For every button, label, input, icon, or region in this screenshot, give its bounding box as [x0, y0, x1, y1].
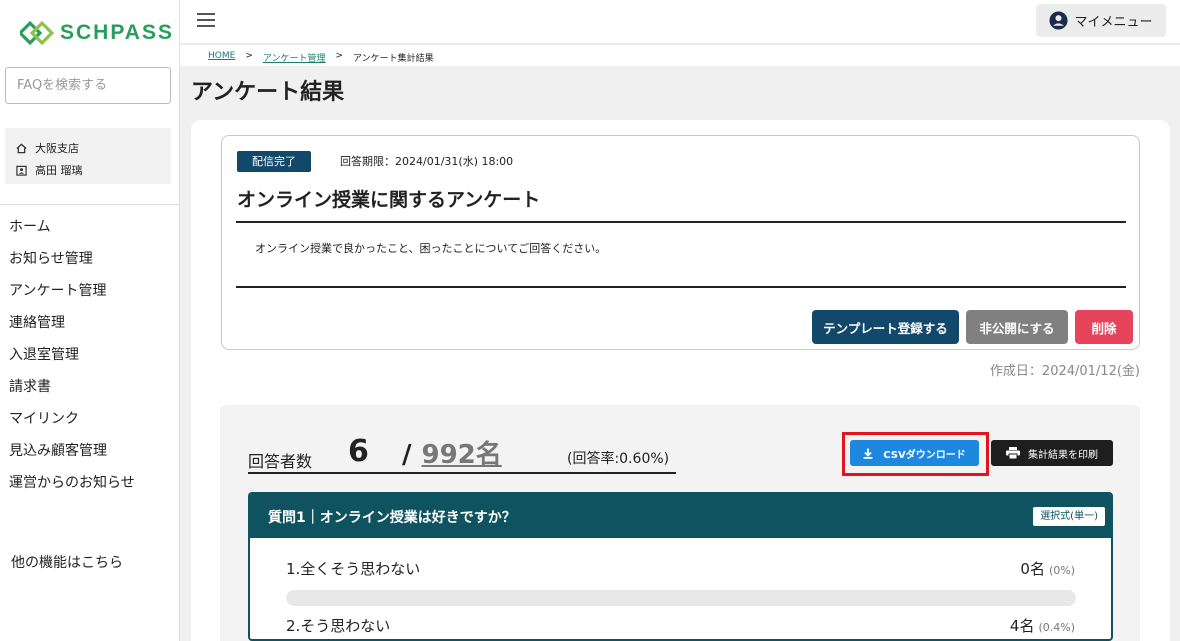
breadcrumb-bar: HOME > アンケート管理 > アンケート集計結果 [180, 45, 1180, 66]
breadcrumb-separator: > [245, 51, 253, 61]
question-header: 質問1｜オンライン授業は好きですか？ 選択式(単一) [250, 494, 1111, 538]
account-circle-icon [1049, 11, 1069, 30]
print-results-label: 集計結果を印刷 [1028, 449, 1098, 461]
sidebar-divider [0, 204, 180, 205]
description-divider [236, 286, 1126, 288]
created-date: 作成日：2024/01/12(金) [989, 364, 1140, 379]
option-count: 0名 (0%) [1020, 558, 1075, 579]
faq-search-input[interactable] [5, 67, 171, 104]
id-badge-icon [16, 165, 27, 176]
schpass-logo-icon [20, 20, 54, 46]
sidebar-item-contact[interactable]: 連絡管理 [9, 311, 135, 343]
logo-text: SCHPASS [60, 21, 174, 44]
answer-deadline: 回答期限：2024/01/31(水) 18:00 [340, 155, 514, 168]
breadcrumb-current: アンケート集計結果 [353, 54, 434, 64]
csv-download-button[interactable]: CSVダウンロード [850, 440, 979, 466]
respondents-total[interactable]: / 992名 [402, 434, 502, 471]
csv-download-label: CSVダウンロード [883, 449, 966, 461]
register-template-button[interactable]: テンプレート登録する [812, 310, 959, 344]
survey-card: 配信完了 回答期限：2024/01/31(水) 18:00 オンライン授業に関す… [221, 135, 1140, 350]
response-rate: (回答率:0.60%) [567, 451, 670, 467]
option-label: 2.そう思わない [286, 617, 391, 635]
sidebar-item-prospects[interactable]: 見込み顧客管理 [9, 439, 135, 471]
page-title: アンケート結果 [191, 80, 345, 105]
my-menu-label: マイメニュー [1074, 15, 1153, 30]
other-features-link[interactable]: 他の機能はこちら [11, 552, 123, 572]
user-row: 高田 瑠璃 [16, 159, 171, 181]
logo[interactable]: SCHPASS [20, 20, 174, 46]
sidebar-item-invoice[interactable]: 請求書 [9, 375, 135, 407]
option-label: 1.全くそう思わない [286, 560, 421, 578]
breadcrumb: HOME > アンケート管理 > アンケート集計結果 [208, 51, 434, 64]
respondents-underline [248, 472, 676, 474]
respondents-count: 6 [348, 434, 369, 469]
question-type-badge: 選択式(単一) [1033, 507, 1105, 526]
breadcrumb-separator: > [335, 51, 344, 61]
make-private-button[interactable]: 非公開にする [966, 310, 1068, 344]
sidebar-item-mylink[interactable]: マイリンク [9, 407, 135, 439]
sidebar-item-operator-news[interactable]: 運営からのお知らせ [9, 471, 135, 503]
user-name: 高田 瑠璃 [35, 164, 83, 177]
sidebar-item-survey[interactable]: アンケート管理 [9, 279, 135, 311]
sidebar-item-notice[interactable]: お知らせ管理 [9, 247, 135, 279]
topbar: マイメニュー [180, 0, 1180, 44]
sidebar-menu: ホーム お知らせ管理 アンケート管理 連絡管理 入退室管理 請求書 マイリンク … [9, 215, 135, 503]
delete-button[interactable]: 削除 [1075, 310, 1133, 344]
my-menu-button[interactable]: マイメニュー [1036, 4, 1166, 37]
branch-name: 大阪支店 [35, 142, 79, 155]
sidebar: SCHPASS 大阪支店 高田 瑠璃 ホーム お知らせ管理 アンケート管理 連絡… [0, 0, 180, 641]
title-divider [236, 221, 1126, 223]
print-results-button[interactable]: 集計結果を印刷 [991, 440, 1113, 466]
respondents-label: 回答者数 [248, 452, 313, 471]
survey-description: オンライン授業で良かったこと、困ったことについてご回答ください。 [255, 242, 607, 255]
respondents-total-link: 992名 [421, 440, 502, 470]
question-block: 質問1｜オンライン授業は好きですか？ 選択式(単一) 1.全くそう思わない 0名… [248, 492, 1113, 641]
option-count: 4名 (0.4%) [1010, 615, 1075, 636]
printer-icon [1006, 447, 1020, 459]
question-title: 質問1｜オンライン授業は好きですか？ [268, 510, 516, 526]
breadcrumb-home[interactable]: HOME [208, 51, 235, 64]
home-icon [16, 143, 27, 153]
branch-row: 大阪支店 [16, 137, 171, 159]
option-count-value: 4名 [1009, 617, 1035, 635]
option-count-value: 0名 [1020, 560, 1045, 578]
survey-title: オンライン授業に関するアンケート [237, 189, 541, 211]
sidebar-item-home[interactable]: ホーム [9, 215, 135, 247]
sidebar-item-attendance[interactable]: 入退室管理 [9, 343, 135, 375]
option-percent: (0.4%) [1038, 621, 1075, 634]
hamburger-menu-icon[interactable] [197, 13, 215, 27]
option-percent: (0%) [1048, 564, 1075, 577]
user-info-box: 大阪支店 高田 瑠璃 [5, 128, 171, 184]
download-icon [863, 448, 873, 459]
breadcrumb-survey-mgmt[interactable]: アンケート管理 [263, 51, 326, 64]
option-bar [286, 590, 1076, 606]
status-badge: 配信完了 [237, 151, 311, 172]
count-separator: / [402, 440, 412, 470]
